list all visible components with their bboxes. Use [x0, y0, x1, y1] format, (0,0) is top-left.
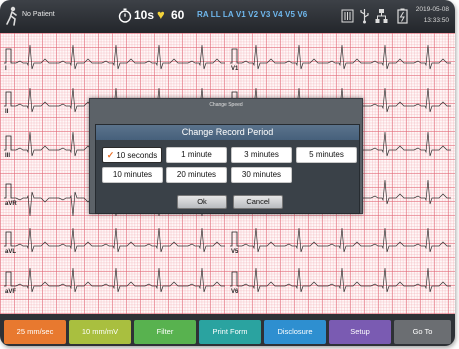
calibration-pulse: [4, 91, 13, 107]
option-20-minutes[interactable]: 20 minutes: [166, 167, 227, 183]
timer-icon: [118, 8, 132, 23]
dialog-title: Change Record Period: [96, 125, 359, 140]
ecg-screen: No Patient 10s ♥ 60 RA LL LA V1 V2 V3 V4…: [0, 0, 455, 346]
heart-icon: ♥: [157, 7, 165, 22]
calibration-pulse: [230, 271, 239, 287]
calibration-pulse: [230, 48, 239, 64]
option-5-minutes[interactable]: 5 minutes: [296, 147, 357, 163]
lead-label-avr: aVR: [5, 201, 17, 207]
ecg-trace-avf: [13, 267, 225, 293]
ecg-trace-v5: [239, 227, 451, 253]
option-10-seconds[interactable]: ✓ 10 seconds: [102, 147, 162, 163]
lead-label-v1: V1: [231, 66, 239, 72]
option-1-minute[interactable]: 1 minute: [166, 147, 227, 163]
cancel-button[interactable]: Cancel: [233, 195, 283, 209]
change-speed-title: Change Speed: [209, 102, 243, 108]
disclosure-button[interactable]: Disclosure: [264, 320, 326, 344]
speed-button[interactable]: 25 mm/sec: [4, 320, 66, 344]
lead-label-v5: V5: [231, 249, 239, 255]
heart-rate: 60: [171, 8, 185, 22]
lead-label-avl: aVL: [5, 249, 17, 255]
calibration-pulse: [230, 231, 239, 247]
calibration-pulse: [4, 231, 13, 247]
network-icon[interactable]: [375, 8, 388, 24]
lead-label-iii: III: [5, 153, 11, 159]
patient-walking-icon[interactable]: [5, 6, 19, 26]
calibration-pulse: [4, 135, 13, 151]
time-text: 13:33:50: [423, 17, 449, 24]
date-time: 2019-05-08 13:33:50: [416, 4, 449, 26]
calibration-pulse: [4, 183, 13, 199]
print-form-button[interactable]: Print Form: [199, 320, 261, 344]
option-3-minutes[interactable]: 3 minutes: [231, 147, 292, 163]
usb-icon[interactable]: [358, 8, 371, 24]
option-10-minutes[interactable]: 10 minutes: [102, 167, 163, 183]
top-bar: No Patient 10s ♥ 60 RA LL LA V1 V2 V3 V4…: [0, 0, 455, 33]
lead-config-icon[interactable]: [341, 8, 354, 24]
lead-label-i: I: [5, 66, 7, 72]
lead-label-ii: II: [5, 109, 9, 115]
bottom-bar: 25 mm/sec 10 mm/mV Filter Print Form Dis…: [0, 314, 455, 346]
ok-button[interactable]: Ok: [177, 195, 227, 209]
ecg-trace-i: [13, 44, 225, 70]
lead-label-avf: aVF: [5, 289, 17, 295]
battery-icon: [397, 8, 408, 24]
lead-status: RA LL LA V1 V2 V3 V4 V5 V6: [197, 10, 308, 19]
date-text: 2019-05-08: [415, 6, 449, 13]
ecg-trace-v1: [239, 44, 451, 70]
ecg-trace-avl: [13, 227, 225, 253]
check-icon: ✓: [106, 150, 115, 160]
filter-button[interactable]: Filter: [134, 320, 196, 344]
option-30-minutes[interactable]: 30 minutes: [231, 167, 292, 183]
lead-label-v6: V6: [231, 289, 239, 295]
gain-button[interactable]: 10 mm/mV: [69, 320, 131, 344]
setup-button[interactable]: Setup: [329, 320, 391, 344]
calibration-pulse: [4, 48, 13, 64]
ecg-trace-v6: [239, 267, 451, 293]
patient-name: No Patient: [22, 11, 55, 18]
calibration-pulse: [4, 271, 13, 287]
go-to-button[interactable]: Go To: [394, 320, 451, 344]
record-time[interactable]: 10s: [134, 8, 154, 22]
